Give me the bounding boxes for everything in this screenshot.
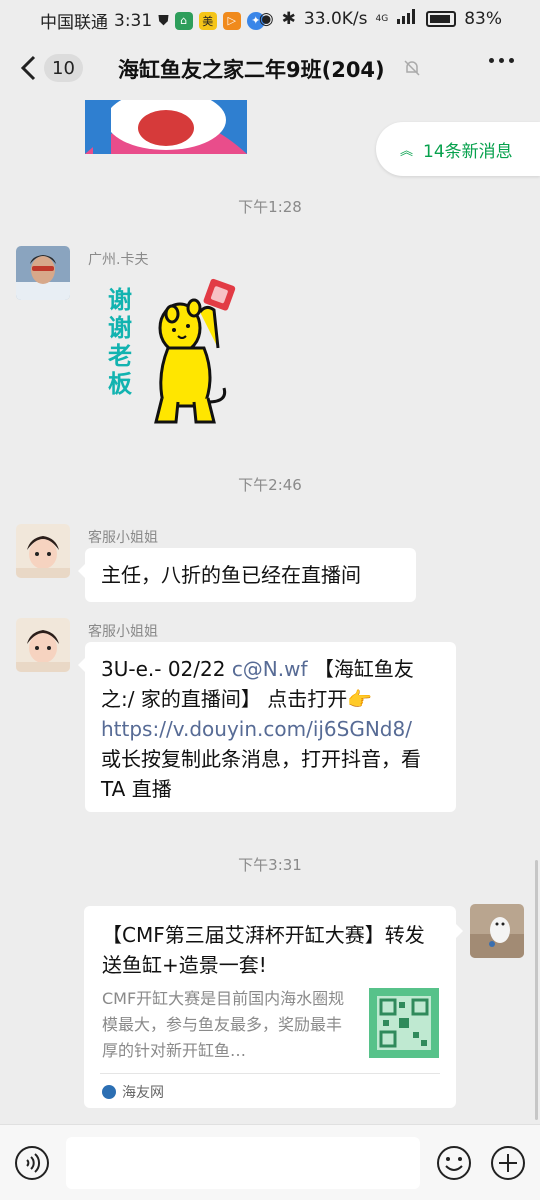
unread-count-badge[interactable]: 10	[44, 54, 83, 82]
sticker-image[interactable]: 谢谢老板	[100, 278, 240, 428]
status-bar: 中国联通 3:31 ⛊ ⌂ 美 ▷ ✦ ◉ ✱ 33.0K/s 4G 83%	[0, 0, 540, 36]
avatar[interactable]	[16, 246, 70, 300]
carrier-name: 中国联通	[40, 13, 108, 33]
site-logo-icon	[102, 1085, 116, 1099]
sender-name: 广州.卡夫	[88, 252, 149, 268]
sticker-text: 谢谢老板	[108, 286, 132, 398]
sender-name: 客服小姐姐	[88, 624, 158, 640]
shield-icon: ⛊	[158, 12, 169, 29]
battery-icon	[426, 10, 457, 27]
message-list[interactable]: ︽ 14条新消息 下午1:28 广州.卡夫 谢谢老板 下午2:46 客服小姐姐 …	[0, 100, 540, 1124]
timestamp: 下午3:31	[238, 856, 302, 874]
message-text: 主任，八折的鱼已经在直播间	[101, 563, 361, 587]
link-card[interactable]: 【CMF第三届艾湃杯开缸大赛】转发送鱼缸+造景一套! CMF开缸大赛是目前国内海…	[84, 906, 463, 1108]
bluetooth-icon: ✱	[281, 8, 296, 29]
voice-input-icon[interactable]	[14, 1145, 50, 1181]
network-speed: 33.0K/s	[303, 8, 368, 29]
meituan-icon: 美	[198, 11, 217, 30]
message-text: 或长按复制此条消息，打开抖音，看 TA 直播	[101, 747, 421, 801]
card-thumbnail	[369, 988, 439, 1058]
douyin-url-link[interactable]: https://v.douyin.com/ij6SGNd8/	[101, 717, 412, 741]
message-input[interactable]	[66, 1137, 420, 1189]
new-messages-button[interactable]: ︽ 14条新消息	[376, 122, 540, 176]
scrollbar[interactable]	[535, 860, 538, 1120]
clock: 3:31	[114, 10, 153, 31]
avatar[interactable]	[16, 524, 70, 578]
my-avatar[interactable]	[470, 904, 524, 958]
battery-percent: 83%	[464, 8, 502, 29]
card-source: 海友网	[102, 1082, 164, 1102]
back-arrow-icon[interactable]	[18, 54, 42, 82]
timestamp: 下午2:46	[238, 476, 302, 494]
emoji-icon[interactable]	[436, 1145, 472, 1181]
video-app-icon: ▷	[222, 11, 241, 30]
card-title: 【CMF第三届艾湃杯开缸大赛】转发送鱼缸+造景一套!	[102, 923, 425, 977]
card-divider	[100, 1073, 440, 1074]
message-text: 3U-e.- 02/22	[101, 657, 232, 681]
card-source-name: 海友网	[122, 1085, 164, 1101]
mention-link[interactable]: c@N.wf	[232, 657, 308, 681]
chat-header: 10 海缸鱼友之家二年9班(204)	[0, 36, 540, 100]
timestamp: 下午1:28	[238, 198, 302, 216]
card-description: CMF开缸大赛是目前国内海水圈规模最大，参与鱼友最多，奖励最丰厚的针对新开缸鱼…	[102, 989, 345, 1060]
signal-type: 4G	[375, 13, 389, 24]
signal-icon	[396, 8, 418, 29]
avatar[interactable]	[16, 618, 70, 672]
chat-title: 海缸鱼友之家二年9班(204)	[118, 58, 385, 82]
input-bar	[0, 1124, 540, 1200]
sender-name: 客服小姐姐	[88, 530, 158, 546]
new-messages-label: 14条新消息	[423, 141, 513, 162]
message-bubble[interactable]: 3U-e.- 02/22 c@N.wf 【海缸鱼友之:/ 家的直播间】 点击打开…	[78, 642, 456, 812]
bank-app-icon: ⌂	[174, 11, 193, 30]
message-bubble[interactable]: 主任，八折的鱼已经在直播间	[78, 548, 416, 602]
cropped-sticker-image[interactable]	[85, 100, 247, 154]
double-chevron-up-icon: ︽	[400, 143, 414, 159]
mute-bell-icon	[404, 60, 420, 76]
eye-icon: ◉	[258, 8, 274, 29]
add-icon[interactable]	[490, 1145, 526, 1181]
more-options-icon[interactable]	[489, 58, 514, 63]
